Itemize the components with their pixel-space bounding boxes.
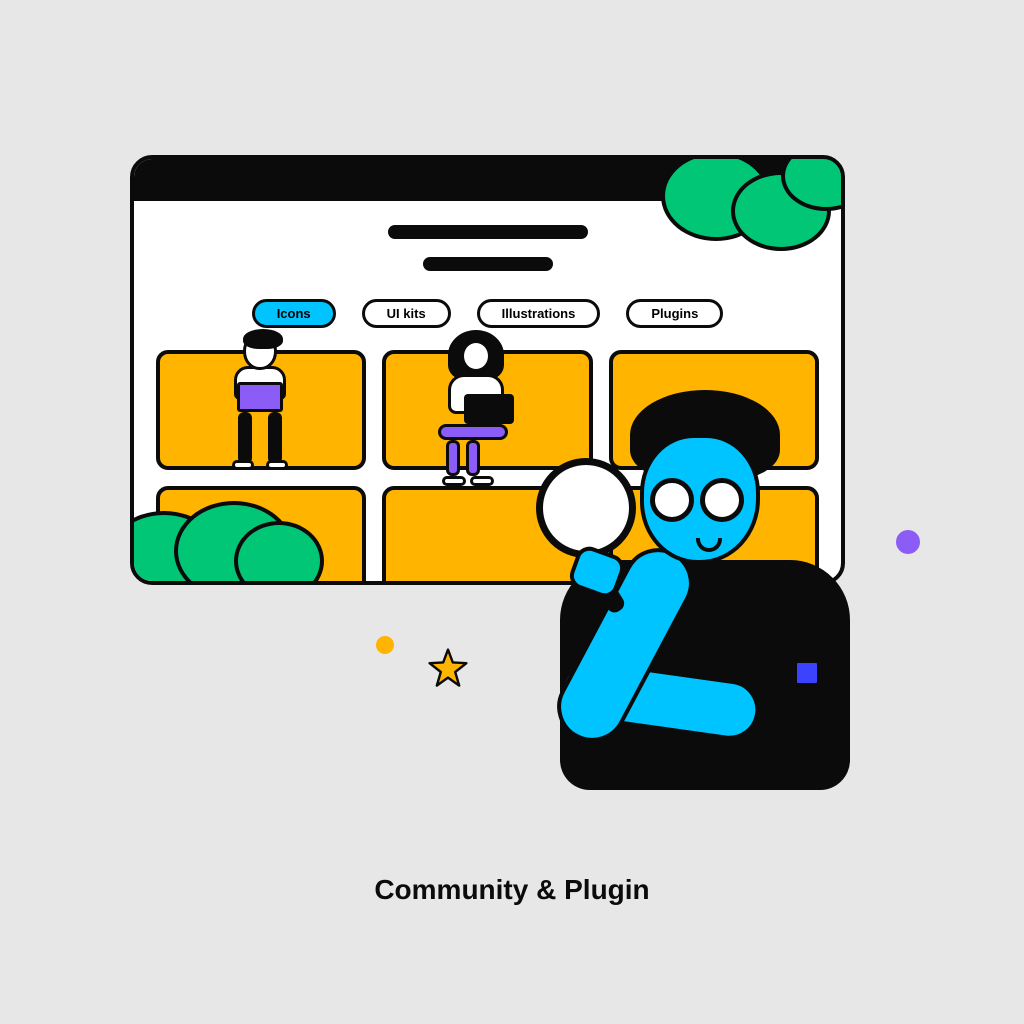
- subheading-line: [423, 257, 553, 271]
- star-icon: [428, 648, 468, 688]
- heading-line: [388, 225, 588, 239]
- magnifier-icon: [536, 458, 636, 558]
- tab-icons[interactable]: Icons: [252, 299, 336, 328]
- card-item[interactable]: [156, 350, 366, 470]
- header-placeholder: [134, 225, 841, 271]
- foreground-character: [500, 390, 920, 820]
- window-titlebar: [134, 159, 841, 201]
- glasses-icon: [650, 478, 744, 522]
- category-tabs: Icons UI kits Illustrations Plugins: [134, 299, 841, 328]
- tab-plugins[interactable]: Plugins: [626, 299, 723, 328]
- shirt-badge-icon: [794, 660, 820, 686]
- tab-ui-kits[interactable]: UI kits: [362, 299, 451, 328]
- caption-text: Community & Plugin: [0, 874, 1024, 906]
- accent-dot-yellow: [376, 636, 394, 654]
- person-laptop-illustration: [205, 332, 315, 470]
- card-item[interactable]: [156, 486, 366, 585]
- tab-illustrations[interactable]: Illustrations: [477, 299, 601, 328]
